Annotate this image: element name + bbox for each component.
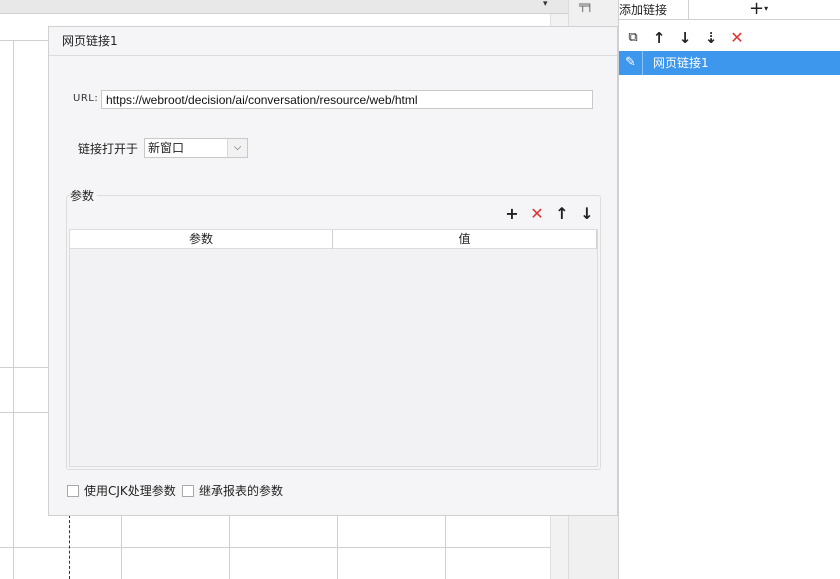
params-table-header: 参数 值	[70, 230, 597, 249]
params-group-label: 参数	[70, 187, 98, 204]
panel-tab-bar: 添加链接 +▾	[619, 0, 840, 20]
column-header-param[interactable]: 参数	[70, 230, 333, 249]
checkbox-box[interactable]	[67, 485, 79, 497]
add-link-tab[interactable]: 添加链接	[619, 0, 689, 20]
dialog-title: 网页链接1	[49, 27, 617, 56]
arrow-up-icon[interactable]: ↑	[551, 203, 573, 225]
inherit-report-params-checkbox[interactable]: 继承报表的参数	[182, 483, 292, 499]
grid-line	[0, 412, 48, 413]
pencil-icon[interactable]: ✎	[619, 51, 643, 75]
open-in-label: 链接打开于	[78, 142, 139, 156]
page-break-line	[69, 515, 70, 579]
use-cjk-checkbox[interactable]: 使用CJK处理参数	[67, 483, 179, 499]
delete-x-icon[interactable]: ✕	[526, 203, 548, 225]
params-table[interactable]: 参数 值	[69, 229, 598, 467]
delete-x-icon[interactable]: ✕	[727, 27, 747, 49]
chevron-down-icon[interactable]: ⌵	[227, 139, 247, 157]
plus-icon[interactable]: +	[501, 203, 523, 225]
column-header-value[interactable]: 值	[333, 230, 597, 249]
arrow-down-icon[interactable]: ↓	[576, 203, 598, 225]
table-layout-icon[interactable]: ╤╕	[579, 0, 595, 12]
use-cjk-label: 使用CJK处理参数	[84, 484, 176, 498]
link-list-toolbar: ⧉ ↑ ↓ ⇣ ✕	[619, 27, 840, 49]
checkbox-box[interactable]	[182, 485, 194, 497]
dropdown-toggle-icon[interactable]: ▾	[543, 0, 557, 9]
open-in-select[interactable]: 新窗口 ⌵	[144, 138, 248, 158]
sort-down-icon[interactable]: ⇣	[701, 27, 721, 49]
inherit-report-params-label: 继承报表的参数	[199, 484, 284, 498]
grid-line	[0, 547, 550, 548]
link-list-panel: 添加链接 +▾ ⧉ ↑ ↓ ⇣ ✕ ✎ 网页链接1	[618, 0, 840, 579]
url-input[interactable]	[101, 90, 593, 109]
add-link-button[interactable]: +▾	[749, 0, 779, 20]
url-label: URL:	[73, 93, 99, 104]
chevron-down-icon: ▾	[764, 4, 769, 13]
params-toolbar: + ✕ ↑ ↓	[501, 203, 601, 225]
copy-icon[interactable]: ⧉	[623, 27, 643, 49]
arrow-up-icon[interactable]: ↑	[649, 27, 669, 49]
arrow-down-icon[interactable]: ↓	[675, 27, 695, 49]
grid-line	[0, 367, 48, 368]
plus-icon: +	[749, 0, 765, 19]
sheet-top-bar	[0, 0, 568, 14]
link-list-item[interactable]: ✎ 网页链接1	[619, 51, 840, 75]
grid-line	[13, 40, 14, 579]
link-list-item-label: 网页链接1	[653, 56, 709, 70]
web-link-dialog: 网页链接1 URL: 链接打开于 新窗口 ⌵ 参数 + ✕ ↑ ↓ 参数 值 使…	[48, 26, 618, 516]
open-in-select-value: 新窗口	[148, 141, 185, 155]
